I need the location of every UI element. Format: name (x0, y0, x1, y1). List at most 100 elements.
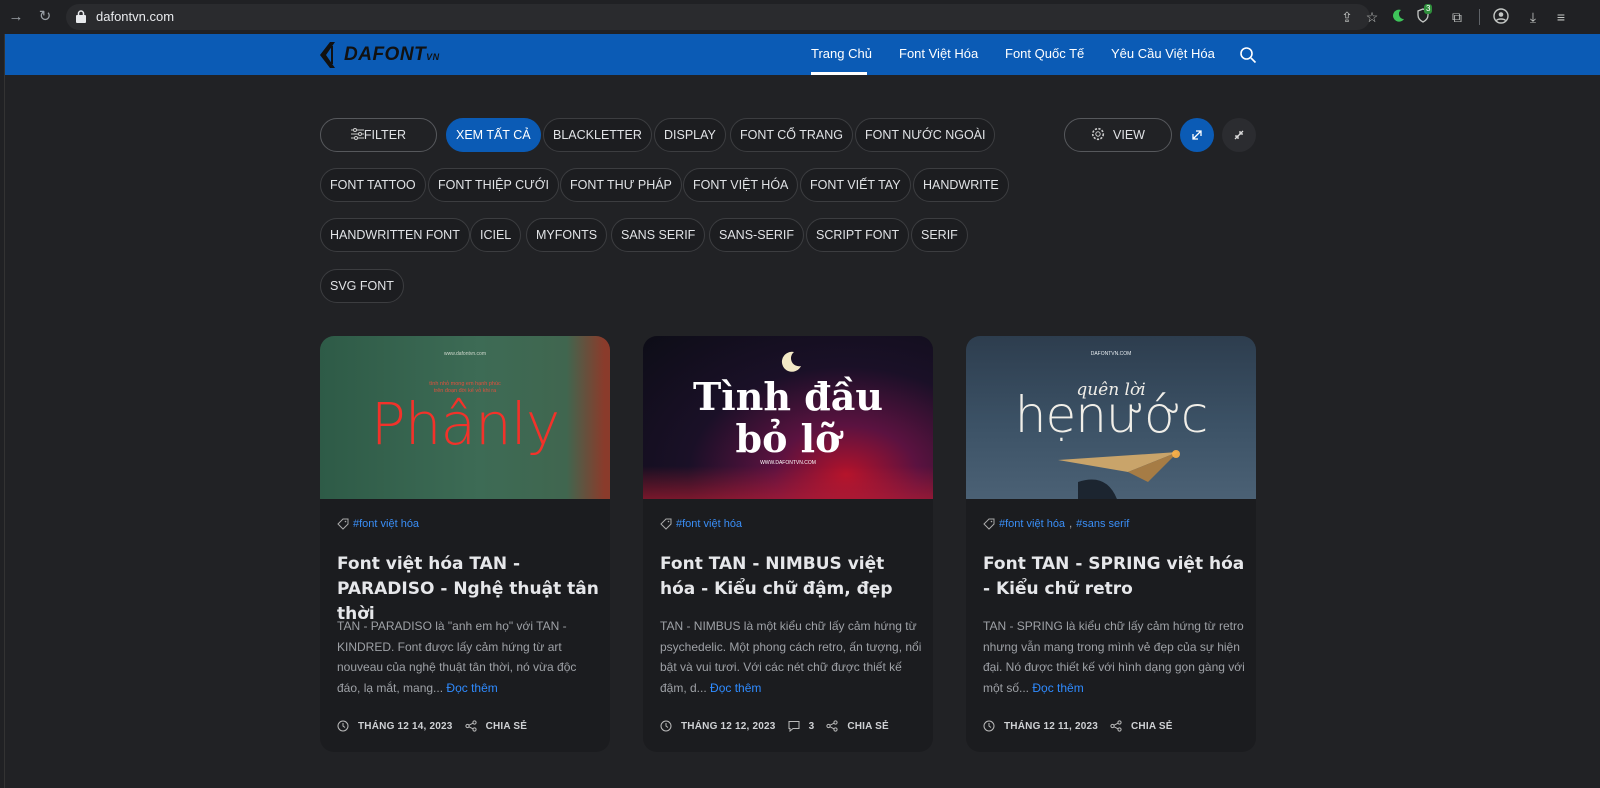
bookmark-star-icon[interactable]: ☆ (1363, 8, 1381, 26)
tag-handwrite[interactable]: HANDWRITE (913, 168, 1009, 202)
tag-handwritten-font[interactable]: HANDWRITTEN FONT (320, 218, 470, 252)
sliders-icon (350, 128, 364, 140)
view-button[interactable]: VIEW (1064, 118, 1172, 152)
thumb-site-text: DAFONTVN.COM (1090, 351, 1132, 357)
tag-font-co-trang[interactable]: FONT CỔ TRANG (730, 118, 854, 152)
browser-toolbar: → ↻ dafontvn.com ⇪ ☆ 3 ⧉ ⤓ ≡ (0, 0, 1600, 34)
tag-font-tattoo[interactable]: FONT TATTOO (320, 168, 426, 202)
forward-icon[interactable]: → (8, 9, 24, 25)
post-excerpt-text: TAN - SPRING là kiểu chữ lấy cảm hứng từ… (983, 619, 1245, 695)
logo-suffix: VN (426, 52, 440, 62)
post-card[interactable]: Tình đầu bỏ lỡ WWW.DAFONTVN.COM #font vi… (643, 336, 933, 752)
clock-icon (337, 720, 349, 732)
post-excerpt: TAN - SPRING là kiểu chữ lấy cảm hứng từ… (983, 616, 1245, 698)
post-excerpt: TAN - PARADISO là "anh em họ" với TAN - … (337, 616, 599, 698)
tag-myfonts[interactable]: MYFONTS (526, 218, 608, 252)
post-tag-link[interactable]: #font việt hóa (999, 518, 1065, 530)
menu-item-trang-chu[interactable]: Trang Chủ (811, 46, 872, 61)
tag-iciel[interactable]: ICIEL (470, 218, 522, 252)
tag-blackletter[interactable]: BLACKLETTER (543, 118, 652, 152)
filter-button[interactable]: FILTER (320, 118, 437, 152)
post-thumbnail[interactable]: www.dafontvn.com tình nhỏ mong em hạnh p… (320, 336, 610, 499)
read-more-link[interactable]: Đọc thêm (710, 681, 761, 695)
logo-mark-icon (320, 42, 335, 68)
post-thumbnail[interactable]: Tình đầu bỏ lỡ WWW.DAFONTVN.COM (643, 336, 933, 499)
share-link[interactable]: CHIA SẺ (847, 721, 889, 732)
clock-icon (660, 720, 672, 732)
address-bar[interactable]: dafontvn.com (66, 4, 1370, 30)
post-card[interactable]: www.dafontvn.com tình nhỏ mong em hạnh p… (320, 336, 610, 752)
tag-svg-font[interactable]: SVG FONT (320, 269, 404, 303)
comment-icon (788, 721, 800, 732)
collapse-icon (1234, 130, 1244, 140)
tag-xem-tat-ca[interactable]: XEM TẤT CẢ (446, 118, 541, 152)
post-title[interactable]: Font TAN - NIMBUS việt hóa - Kiểu chữ đậ… (660, 552, 922, 602)
post-meta: THÁNG 12 14, 2023 CHIA SẺ (337, 720, 527, 732)
post-date: THÁNG 12 12, 2023 (681, 720, 776, 732)
moon-icon (781, 351, 801, 372)
profile-icon[interactable] (1492, 8, 1510, 26)
expand-icon (1192, 130, 1202, 140)
post-title[interactable]: Font TAN - SPRING việt hóa - Kiểu chữ re… (983, 552, 1245, 602)
site-viewport: DAFONTVN Trang Chủ Font Việt Hóa Font Qu… (4, 34, 1600, 788)
share-link[interactable]: CHIA SẺ (1131, 721, 1173, 732)
search-icon[interactable] (1239, 46, 1257, 64)
post-thumbnail[interactable]: DAFONTVN.COM quên lời hẹnước (966, 336, 1256, 499)
tag-font-nuoc-ngoai[interactable]: FONT NƯỚC NGOÀI (855, 118, 996, 152)
tag-script-font[interactable]: SCRIPT FONT (806, 218, 910, 252)
thumb-big-text: hẹnước (1014, 386, 1208, 444)
read-more-link[interactable]: Đọc thêm (1032, 681, 1083, 695)
post-excerpt: TAN - NIMBUS là một kiểu chữ lấy cảm hứn… (660, 616, 922, 698)
menu-item-font-quoc-te[interactable]: Font Quốc Tế (1005, 46, 1084, 61)
browser-menu-icon[interactable]: ≡ (1552, 8, 1570, 26)
post-excerpt-text: TAN - NIMBUS là một kiểu chữ lấy cảm hứn… (660, 619, 922, 695)
moon-extension-icon[interactable] (1389, 8, 1407, 26)
tag-font-viet-tay[interactable]: FONT VIẾT TAY (800, 168, 911, 202)
tag-font-viet-hoa[interactable]: FONT VIỆT HÓA (683, 168, 799, 202)
tag-sans-serif[interactable]: SANS SERIF (611, 218, 706, 252)
site-logo[interactable]: DAFONTVN (319, 40, 440, 70)
thumb-big-text: Phânly (370, 390, 560, 458)
tag-display[interactable]: DISPLAY (654, 118, 726, 152)
reload-icon[interactable]: ↻ (37, 9, 53, 25)
tag-sans-serif-hyphen[interactable]: SANS-SERIF (709, 218, 805, 252)
tag-font-thu-phap[interactable]: FONT THƯ PHÁP (560, 168, 682, 202)
read-more-link[interactable]: Đọc thêm (446, 681, 497, 695)
post-meta: THÁNG 12 12, 2023 3 CHIA SẺ (660, 720, 889, 732)
lock-icon (76, 10, 86, 23)
share-link[interactable]: CHIA SẺ (486, 721, 528, 732)
post-date: THÁNG 12 14, 2023 (358, 720, 453, 732)
post-date: THÁNG 12 11, 2023 (1004, 720, 1099, 732)
post-card[interactable]: DAFONTVN.COM quên lời hẹnước #font việt … (966, 336, 1256, 752)
download-icon[interactable]: ⤓ (1524, 8, 1542, 26)
post-tag-link[interactable]: #font việt hóa (676, 518, 742, 530)
tag-icon (660, 518, 672, 530)
shield-extension-icon[interactable]: 3 (1414, 4, 1433, 26)
thumb-big-text-2: bỏ lỡ (735, 416, 841, 461)
share-page-icon[interactable]: ⇪ (1338, 8, 1356, 26)
post-tags: #font việt hóa, #sans serif (983, 518, 1129, 530)
post-tags: #font việt hóa (660, 518, 742, 530)
collapse-button[interactable] (1222, 118, 1256, 152)
tag-icon (337, 518, 349, 530)
thumb-site-text: www.dafontvn.com (444, 351, 486, 357)
post-tag-link[interactable]: #sans serif (1076, 518, 1129, 530)
extensions-puzzle-icon[interactable]: ⧉ (1448, 8, 1466, 26)
tag-serif[interactable]: SERIF (911, 218, 968, 252)
thumb-big-text-1: Tình đầu (692, 374, 884, 419)
menu-item-font-viet-hoa[interactable]: Font Việt Hóa (899, 46, 978, 61)
post-tag-link[interactable]: #font việt hóa (353, 518, 419, 530)
tag-icon (983, 518, 995, 530)
menu-item-yeu-cau-viet-hoa[interactable]: Yêu Cầu Việt Hóa (1111, 46, 1215, 61)
extension-badge: 3 (1424, 4, 1433, 14)
expand-button[interactable] (1180, 118, 1214, 152)
tag-font-thiep-cuoi[interactable]: FONT THIỆP CƯỚI (428, 168, 559, 202)
gear-icon (1091, 127, 1105, 141)
paper-plane-illustration (1058, 450, 1180, 499)
comment-count[interactable]: 3 (809, 721, 815, 732)
logo-text: DAFONT (344, 44, 427, 65)
view-label: VIEW (1113, 128, 1145, 142)
menu-active-indicator (811, 72, 867, 75)
filter-label: FILTER (363, 128, 407, 142)
thumb-glow (643, 466, 933, 499)
